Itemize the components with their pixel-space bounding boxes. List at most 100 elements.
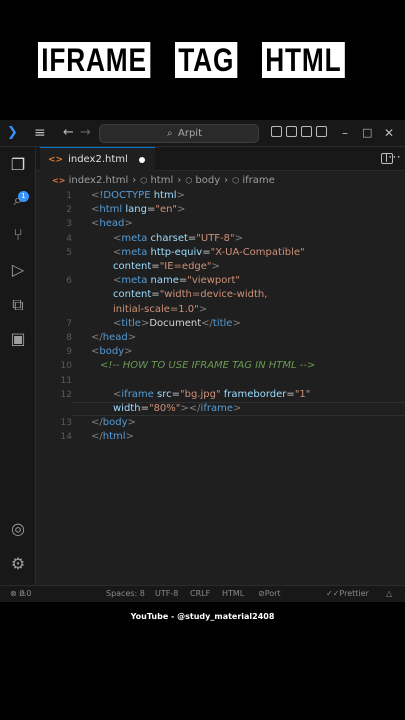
tab-index2-html[interactable]: <> index2.html bbox=[40, 147, 155, 171]
indentation-status[interactable]: Spaces: 8 bbox=[106, 586, 145, 602]
line-number: 2 bbox=[66, 205, 72, 216]
maximize-icon[interactable]: □ bbox=[362, 125, 372, 141]
explorer-icon[interactable]: ❐ bbox=[8, 155, 28, 175]
status-bar: ⊗ 0 ⚠ 0 Spaces: 8 UTF-8 CRLF HTML ⊘ Port… bbox=[0, 585, 405, 602]
language-mode-status[interactable]: HTML bbox=[222, 586, 244, 602]
breadcrumb-file[interactable]: index2.html bbox=[69, 175, 129, 186]
code-token: "80%" bbox=[148, 403, 181, 414]
code-token: > bbox=[232, 403, 242, 414]
prettier-status[interactable]: ✓✓ Prettier bbox=[326, 586, 369, 602]
live-server-status[interactable]: ⊘ Port : 5500 bbox=[258, 586, 281, 602]
code-token: title bbox=[212, 317, 233, 329]
code-token: lang bbox=[125, 204, 147, 216]
customize-layout-icon[interactable] bbox=[316, 126, 327, 137]
command-center-search[interactable]: ⌕ Arpit bbox=[99, 124, 259, 143]
toggle-sidebar-icon[interactable] bbox=[271, 126, 282, 137]
editor-tabs: <> index2.html ⋯ bbox=[36, 147, 405, 171]
code-token: "bg.jpg" bbox=[180, 388, 221, 400]
code-line: <!DOCTYPE html> bbox=[91, 189, 185, 203]
unsaved-dot-icon[interactable] bbox=[138, 156, 145, 163]
toggle-secondary-sidebar-icon[interactable] bbox=[301, 126, 312, 137]
notifications-bell-icon[interactable]: △ bbox=[386, 586, 392, 602]
code-line: </html> bbox=[91, 430, 134, 444]
code-line: <html lang="en"> bbox=[91, 203, 185, 217]
code-line: <title>Document</title> bbox=[113, 317, 241, 331]
forward-arrow-icon[interactable]: → bbox=[80, 125, 91, 141]
code-token: </ bbox=[91, 332, 103, 343]
eol-status[interactable]: CRLF bbox=[190, 586, 210, 602]
title-bar: ❯ ≡ ← → ⌕ Arpit – □ ✕ bbox=[0, 120, 405, 147]
code-token: > bbox=[180, 403, 189, 414]
code-token: http-equiv bbox=[150, 246, 203, 258]
settings-gear-icon[interactable]: ⚙ bbox=[8, 554, 28, 574]
code-token: > bbox=[177, 204, 186, 216]
code-line: </body> bbox=[91, 416, 136, 430]
code-token: > bbox=[124, 346, 133, 358]
remote-explorer-icon[interactable]: ▣ bbox=[8, 329, 28, 349]
code-token: src bbox=[157, 388, 172, 400]
code-token: = bbox=[140, 403, 149, 414]
code-line: width="80%"></iframe> bbox=[113, 402, 241, 416]
code-token: width bbox=[113, 403, 141, 414]
line-number: 10 bbox=[60, 361, 72, 372]
html-file-icon: <> bbox=[52, 176, 66, 185]
code-token: = bbox=[202, 246, 211, 258]
code-token: > bbox=[127, 332, 137, 343]
search-view-icon[interactable]: ⌕ bbox=[8, 190, 28, 210]
toggle-panel-icon[interactable] bbox=[286, 126, 297, 137]
more-actions-icon[interactable]: ⋯ bbox=[388, 150, 401, 166]
code-token: > bbox=[232, 317, 241, 329]
extensions-icon[interactable]: ⧉ bbox=[8, 295, 28, 315]
code-line: content="IE=edge"> bbox=[113, 260, 220, 274]
code-token: "viewport" bbox=[187, 275, 241, 287]
code-editor[interactable]: 1 <!DOCTYPE html> 2 <html lang="en"> 3 <head>… bbox=[36, 189, 405, 524]
source-control-icon[interactable]: ⑂ bbox=[8, 225, 28, 245]
minimize-icon[interactable]: – bbox=[342, 125, 348, 141]
line-number: 13 bbox=[60, 418, 72, 429]
code-line: <meta name="viewport" bbox=[113, 274, 240, 288]
vscode-logo-icon: ❯ bbox=[7, 125, 18, 140]
search-text: Arpit bbox=[178, 128, 202, 139]
line-number: 1 bbox=[66, 191, 72, 201]
code-token: </ bbox=[91, 417, 103, 429]
search-icon: ⌕ bbox=[167, 128, 173, 139]
line-number: 14 bbox=[60, 432, 72, 443]
problems-indicator[interactable]: ⊗ 0 ⚠ 0 bbox=[10, 586, 32, 602]
line-number: 9 bbox=[66, 347, 72, 358]
menu-icon[interactable]: ≡ bbox=[34, 125, 46, 141]
vscode-window: ❯ ≡ ← → ⌕ Arpit – □ ✕ ❐ 1 ⌕ ⑂ ▷ ⧉ ▣ ◎ ⚙ … bbox=[0, 120, 405, 602]
code-token: meta bbox=[121, 232, 148, 244]
code-token: "UTF-8" bbox=[196, 232, 235, 244]
close-icon[interactable]: ✕ bbox=[384, 125, 394, 141]
channel-credit: YouTube - @study_material2408 bbox=[130, 612, 275, 621]
code-token: !DOCTYPE bbox=[99, 190, 151, 201]
back-arrow-icon[interactable]: ← bbox=[63, 125, 74, 141]
video-headline: IFRAME TAG HTML bbox=[0, 42, 405, 78]
line-number: 3 bbox=[66, 219, 72, 230]
line-number: 5 bbox=[66, 247, 72, 258]
code-token: body bbox=[102, 417, 128, 429]
code-token: meta bbox=[121, 246, 148, 258]
code-token: </ bbox=[188, 403, 201, 414]
code-token: "1" bbox=[294, 388, 311, 400]
code-token: charset bbox=[150, 232, 188, 244]
activity-bar: ❐ 1 ⌕ ⑂ ▷ ⧉ ▣ ◎ ⚙ bbox=[0, 147, 36, 602]
code-line: initial-scale=1.0"> bbox=[113, 303, 207, 317]
element-icon: ⬡ bbox=[232, 176, 240, 185]
html-file-icon: <> bbox=[48, 154, 64, 165]
breadcrumb-html[interactable]: html bbox=[150, 175, 173, 186]
encoding-status[interactable]: UTF-8 bbox=[155, 586, 178, 602]
account-icon[interactable]: ◎ bbox=[8, 519, 28, 539]
headline-word-iframe: IFRAME bbox=[38, 42, 151, 78]
code-token: iframe bbox=[200, 403, 233, 414]
code-token: </ bbox=[201, 317, 213, 329]
breadcrumb-iframe[interactable]: iframe bbox=[242, 175, 274, 186]
code-token: head bbox=[99, 218, 125, 230]
code-token: = bbox=[151, 261, 160, 272]
code-token: Document bbox=[149, 317, 202, 329]
breadcrumb-body[interactable]: body bbox=[195, 175, 220, 186]
code-token: name bbox=[150, 275, 179, 287]
code-token: > bbox=[124, 218, 133, 230]
code-line: <head> bbox=[91, 217, 133, 231]
run-debug-icon[interactable]: ▷ bbox=[8, 260, 28, 280]
